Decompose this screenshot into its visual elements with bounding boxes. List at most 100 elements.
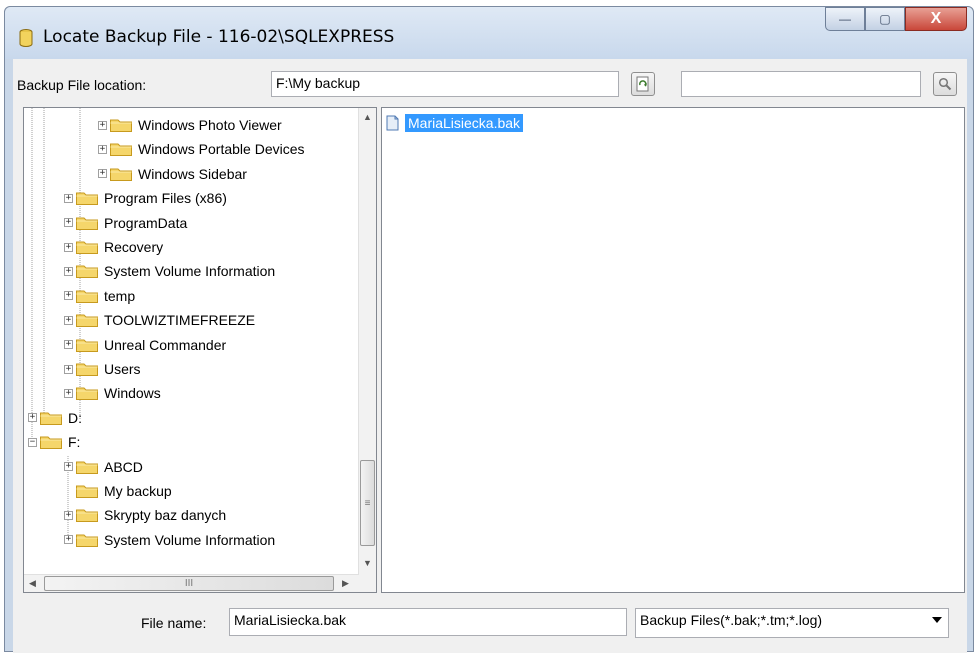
expand-icon[interactable]: + [98,120,107,130]
file-name: MariaLisiecka.bak [405,114,524,132]
folder-icon [40,412,62,425]
tree-node[interactable]: + TOOLWIZTIMEFREEZE [64,309,255,331]
folder-icon [76,217,98,230]
tree-node-label: Unreal Commander [104,336,227,353]
tree-node-label: Skrypty baz danych [104,507,227,524]
database-icon [19,29,33,47]
expand-icon[interactable]: + [64,266,73,276]
scroll-down-arrow[interactable]: ▼ [363,558,372,568]
filetype-value: Backup Files(*.bak;*.tm;*.log) [640,612,823,628]
folder-icon [76,461,98,474]
tree-node[interactable]: + Windows Sidebar [98,163,247,185]
minimize-button[interactable]: — [825,7,865,31]
scroll-up-arrow[interactable]: ▲ [363,112,372,122]
tree-node-label: temp [104,287,136,304]
expand-icon[interactable]: + [64,193,73,203]
dialog-body: Backup File location: F:\My backup + Wind… [13,59,967,653]
folder-icon [76,290,98,303]
search-icon [938,77,952,91]
scroll-left-arrow[interactable]: ◀ [29,578,36,589]
expand-icon[interactable]: + [28,413,37,423]
tree-horizontal-scrollbar[interactable]: ◀ III ▶ [24,574,359,592]
folder-icon [76,485,98,498]
horizontal-scroll-thumb[interactable]: III [44,576,334,591]
tree-node-label: Program Files (x86) [104,190,227,207]
filename-input[interactable]: MariaLisiecka.bak [229,608,627,636]
filetype-dropdown[interactable]: Backup Files(*.bak;*.tm;*.log) [635,608,949,638]
folder-icon [110,119,132,132]
tree-node[interactable]: − F: [28,431,80,453]
scroll-corner [359,575,376,592]
tree-node-label: Windows Portable Devices [138,141,305,158]
expand-icon[interactable]: + [64,315,73,325]
tree-node[interactable]: + Windows Photo Viewer [98,114,282,136]
location-label: Backup File location: [17,77,147,93]
tree-node-label: ABCD [104,458,143,475]
tree-node-label: ProgramData [104,214,188,231]
folder-icon [76,241,98,254]
tree-node[interactable]: + Recovery [64,236,163,258]
refresh-icon [636,76,649,92]
close-button[interactable]: X [905,7,967,31]
tree-node[interactable]: + Windows Portable Devices [98,138,305,160]
collapse-icon[interactable]: − [28,437,37,447]
tree-node-label: Recovery [104,239,164,255]
tree-node-label: TOOLWIZTIMEFREEZE [104,312,256,329]
expand-icon[interactable]: + [64,218,73,228]
tree-node-label: My backup [104,483,172,499]
folder-icon [110,143,132,157]
tree-node[interactable]: + ProgramData [64,212,187,234]
expand-icon[interactable]: + [64,535,73,545]
expand-icon[interactable]: + [64,242,73,252]
tree-node-label: System Volume Information [104,531,276,548]
file-icon [386,115,399,131]
folder-icon [76,534,98,547]
tree-node[interactable]: My backup [64,480,172,502]
expand-icon[interactable]: + [64,291,73,301]
expand-icon[interactable]: + [64,364,73,374]
tree-node[interactable]: + System Volume Information [64,260,275,282]
refresh-button[interactable] [631,72,655,96]
window-title: Locate Backup File - 116-02\SQLEXPRESS [43,27,395,47]
chevron-down-icon [932,617,942,623]
folder-icon [76,192,98,206]
folder-icon [76,265,98,279]
tree-node[interactable]: + temp [64,285,135,307]
tree-node-label: System Volume Information [104,263,276,280]
expand-icon[interactable]: + [64,462,73,472]
title-bar[interactable]: Locate Backup File - 116-02\SQLEXPRESS —… [5,7,973,59]
tree-node[interactable]: + System Volume Information [64,529,275,551]
tree-node[interactable]: + ABCD [64,456,143,478]
maximize-button[interactable]: ▢ [865,7,905,31]
folder-icon [76,339,98,352]
tree-node[interactable]: + Windows [64,382,161,404]
tree-node[interactable]: + Program Files (x86) [64,187,227,209]
expand-icon[interactable]: + [98,169,107,179]
file-list[interactable]: MariaLisiecka.bak [381,107,965,593]
file-item[interactable]: MariaLisiecka.bak [386,114,524,132]
expand-icon[interactable]: + [98,144,107,154]
tree-node[interactable]: + Skrypty baz danych [64,504,226,526]
tree-node[interactable]: + D: [28,407,82,429]
expand-icon[interactable]: + [64,340,73,350]
folder-icon [76,509,98,523]
folder-icon [76,363,98,376]
tree-node-label: Windows Sidebar [138,165,247,182]
location-input[interactable]: F:\My backup [271,71,619,97]
tree-node-label: Users [104,361,141,377]
tree-node[interactable]: + Users [64,358,141,380]
folder-icon [40,436,62,450]
tree-node-label: Windows Photo Viewer [138,117,282,133]
search-input[interactable] [681,71,921,97]
tree-node-label: D: [68,409,82,426]
tree-node-label: Windows [104,385,161,402]
folder-icon [76,314,98,328]
tree-node[interactable]: + Unreal Commander [64,334,226,356]
expand-icon[interactable]: + [64,388,73,398]
scroll-thumb[interactable]: ≡ [360,460,375,546]
search-button[interactable] [933,72,957,96]
folder-tree[interactable]: + Windows Photo Viewer + Windows Portable D… [23,107,377,593]
scroll-right-arrow[interactable]: ▶ [342,578,349,589]
expand-icon[interactable]: + [64,510,73,520]
tree-vertical-scrollbar[interactable]: ▲ ≡ ▼ [358,108,376,575]
